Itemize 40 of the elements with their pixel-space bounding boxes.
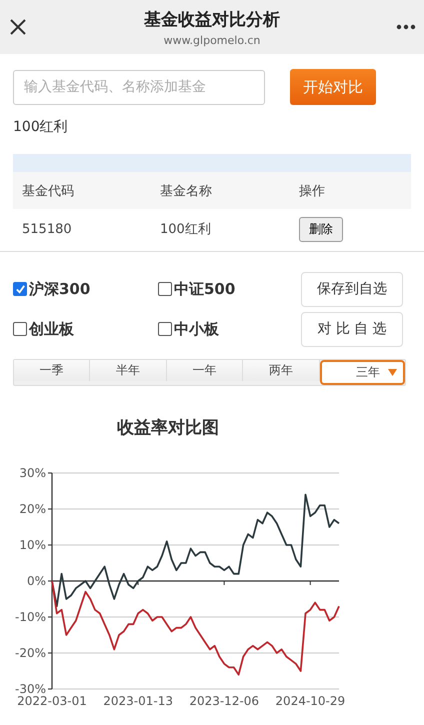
axis-label: -10% (14, 610, 46, 624)
fund-name: 100红利 (13, 118, 68, 136)
checkbox[interactable] (13, 322, 27, 336)
axis-label: 2023-01-13 (103, 694, 173, 708)
checkbox[interactable] (13, 282, 27, 296)
column-header: 基金名称 (160, 182, 213, 200)
close-icon[interactable] (8, 17, 28, 37)
axis-label: 20% (19, 502, 46, 516)
axis-label: 30% (19, 466, 46, 480)
axis-label: 0% (26, 574, 46, 588)
axis-label: 2022-03-01 (17, 694, 87, 708)
search-field[interactable]: 输入基金代码、名称添加基金 (13, 70, 265, 104)
column-header: 基金代码 (22, 182, 75, 200)
table-cell-text: 100红利 (160, 221, 212, 238)
checkbox-label: 中证500 (174, 280, 236, 298)
page-title: 基金收益对比分析 (144, 8, 280, 30)
column-header: 操作 (299, 182, 326, 200)
axis-label: 2024-10-29 (275, 694, 346, 708)
period-tab[interactable]: 半年 (90, 360, 167, 381)
delete-button[interactable]: 删除 (299, 216, 343, 242)
checkbox[interactable] (158, 322, 172, 336)
caret-icon (388, 369, 398, 376)
axis-label: -20% (14, 646, 46, 660)
period-tab[interactable]: 三年 (320, 360, 406, 385)
action-button[interactable]: 保存到自选 (301, 272, 403, 306)
axis-label: 2023-12-06 (189, 694, 260, 708)
period-tab[interactable]: 一年 (166, 360, 244, 381)
axis-label: -30% (14, 682, 46, 696)
table-cell-text: 515180 (22, 222, 73, 236)
axis-label: 10% (19, 538, 46, 552)
chart-title: 收益率对比图 (117, 417, 219, 439)
more-icon[interactable] (396, 24, 416, 30)
action-button[interactable]: 对 比 自 选 (301, 312, 403, 346)
site-url: www.glpomelo.cn (164, 34, 260, 46)
checkbox-label: 中小板 (174, 320, 219, 338)
period-tab[interactable]: 一季 (14, 360, 90, 381)
checkbox-label: 沪深300 (29, 280, 90, 298)
checkbox[interactable] (158, 282, 172, 296)
period-tab[interactable]: 两年 (243, 360, 320, 381)
checkbox-label: 创业板 (29, 320, 74, 338)
